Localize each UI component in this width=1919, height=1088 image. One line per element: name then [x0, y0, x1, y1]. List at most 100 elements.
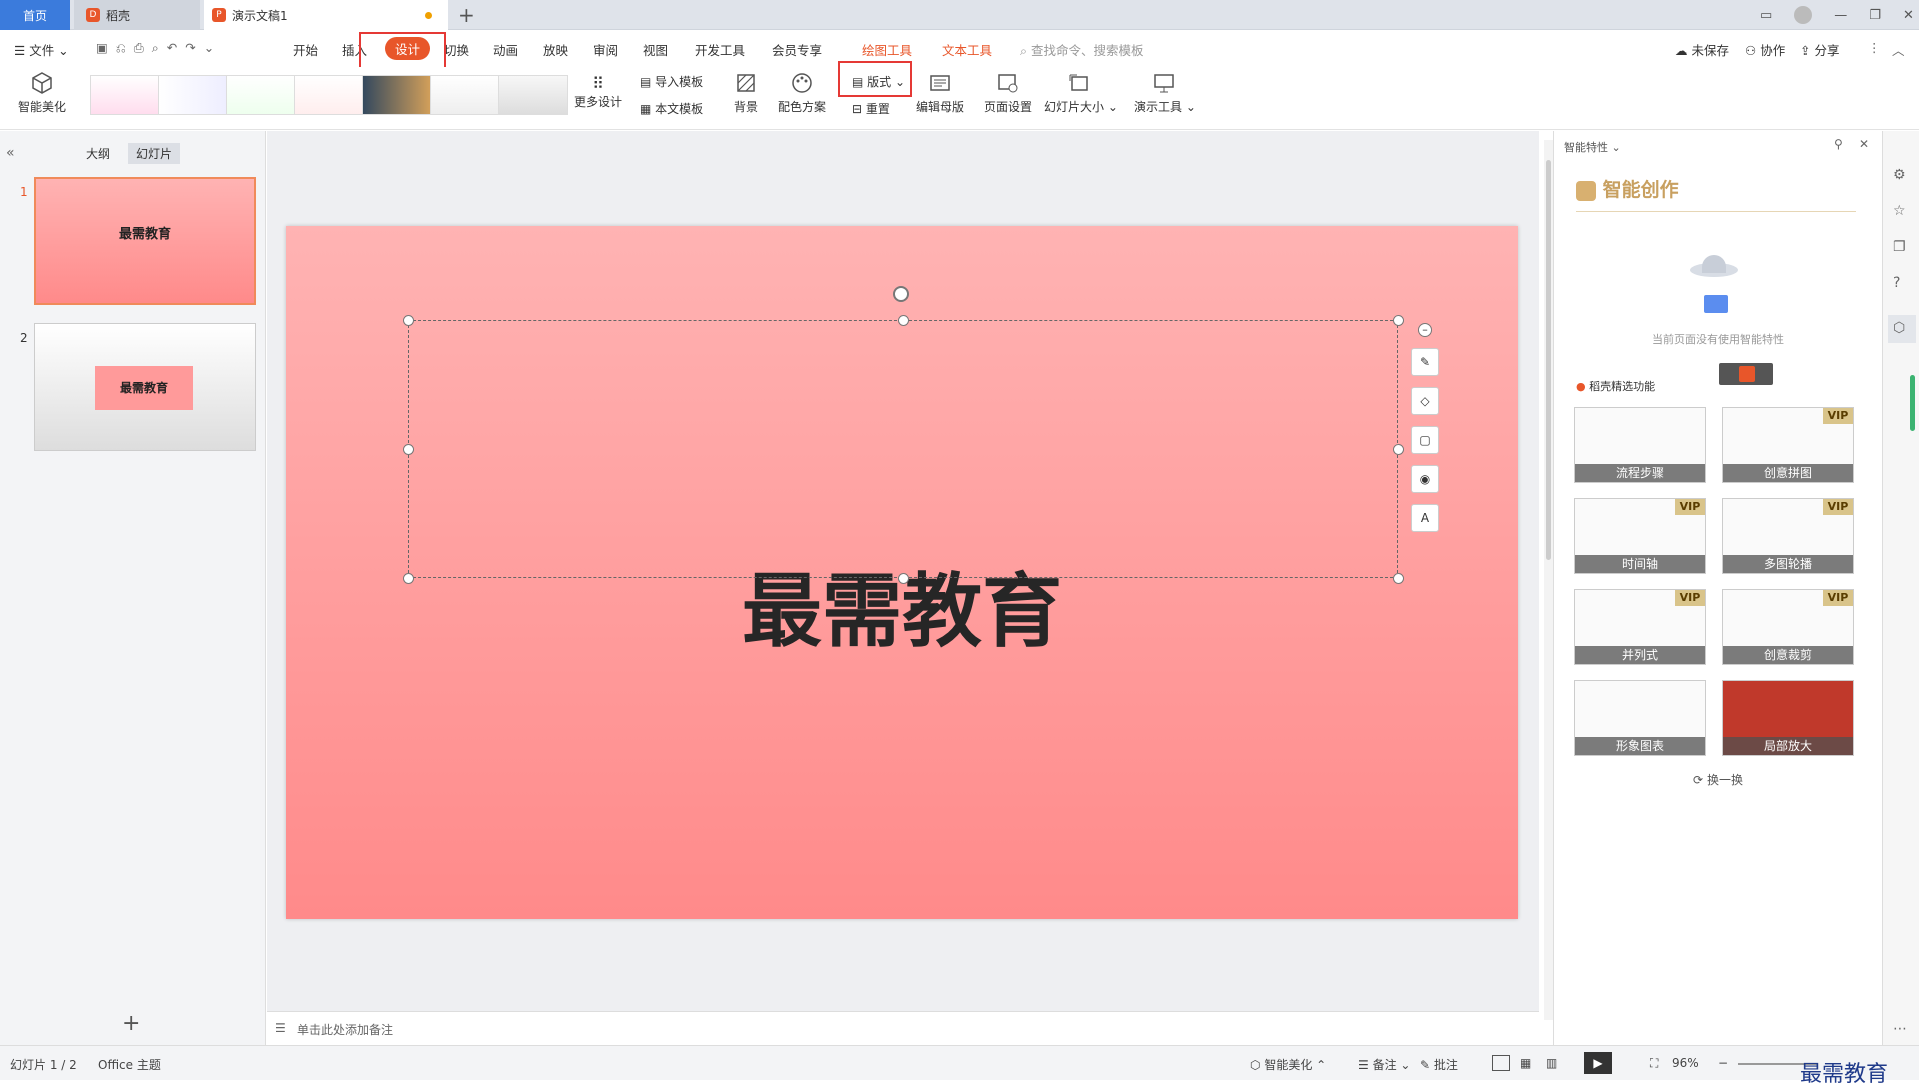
- menu-review[interactable]: 审阅: [593, 40, 618, 59]
- reading-view-icon[interactable]: ▥: [1546, 1056, 1557, 1070]
- this-template-button[interactable]: ▦ 本文模板: [640, 100, 703, 117]
- background-button[interactable]: 背景: [726, 71, 766, 115]
- close-panel-icon[interactable]: ✕: [1859, 137, 1869, 151]
- panel-title[interactable]: 智能特性 ⌄: [1564, 139, 1621, 155]
- resize-handle[interactable]: [1393, 573, 1404, 584]
- menu-transition[interactable]: 切换: [444, 40, 469, 59]
- card-flow-steps[interactable]: 流程步骤: [1574, 407, 1706, 483]
- search-command[interactable]: ⌕ 查找命令、搜索模板: [1020, 40, 1144, 59]
- slide-size-button[interactable]: 幻灯片大小 ⌄: [1044, 71, 1118, 115]
- zoom-level[interactable]: 96%: [1672, 1056, 1699, 1070]
- avatar[interactable]: [1794, 6, 1813, 24]
- add-slide-button[interactable]: +: [122, 1011, 140, 1036]
- resize-handle[interactable]: [403, 444, 414, 455]
- close-window-icon[interactable]: ✕: [1903, 8, 1914, 23]
- template-thumb[interactable]: [362, 75, 432, 115]
- layout-icon[interactable]: ▭: [1760, 8, 1772, 23]
- card-carousel[interactable]: VIP 多图轮播: [1722, 498, 1854, 574]
- menu-view[interactable]: 视图: [643, 40, 668, 59]
- pin-icon[interactable]: ⚲: [1834, 137, 1843, 151]
- tab-daoke[interactable]: D 稻壳: [74, 0, 200, 30]
- minimize-icon[interactable]: —: [1834, 8, 1847, 23]
- menu-drawing-tools[interactable]: 绘图工具: [862, 40, 912, 59]
- fill-tool-icon[interactable]: ◇: [1411, 387, 1439, 415]
- help-icon[interactable]: ?: [1893, 275, 1911, 293]
- title-textbox[interactable]: [403, 315, 1404, 584]
- status-notes-button[interactable]: ☰ 备注 ⌄: [1358, 1056, 1410, 1073]
- menu-slideshow[interactable]: 放映: [543, 40, 568, 59]
- tab-outline[interactable]: 大纲: [86, 145, 110, 162]
- color-scheme-button[interactable]: 配色方案: [772, 71, 832, 115]
- refresh-button[interactable]: ⟳ 换一换: [1554, 771, 1882, 788]
- resize-handle[interactable]: [1393, 444, 1404, 455]
- zoom-out-icon[interactable]: −: [1718, 1056, 1728, 1070]
- quick-access-toolbar[interactable]: ▣⎌⎙⌕↶↷⌄: [96, 40, 222, 56]
- edit-master-button[interactable]: 编辑母版: [914, 71, 966, 115]
- slide-canvas[interactable]: 最需教育: [286, 226, 1518, 919]
- resize-handle[interactable]: [898, 573, 909, 584]
- scrollbar-thumb[interactable]: [1546, 160, 1551, 560]
- card-figure-chart[interactable]: 形象图表: [1574, 680, 1706, 756]
- smart-beautify-button[interactable]: 智能美化: [10, 71, 74, 115]
- collab-button[interactable]: ⚇ 协作: [1745, 40, 1785, 59]
- resize-handle[interactable]: [1393, 315, 1404, 326]
- template-thumb[interactable]: [90, 75, 160, 115]
- collapse-tools-icon[interactable]: –: [1418, 323, 1432, 337]
- more-icon[interactable]: ⋮: [1868, 40, 1881, 55]
- card-parallel[interactable]: VIP 并列式: [1574, 589, 1706, 665]
- resize-handle[interactable]: [403, 315, 414, 326]
- page-setup-button[interactable]: 页面设置: [982, 71, 1034, 115]
- slide-thumbnail-1[interactable]: 最需教育: [34, 177, 256, 305]
- tab-home[interactable]: 首页: [0, 0, 70, 30]
- frame-tool-icon[interactable]: ▢: [1411, 426, 1439, 454]
- slide-thumbnail-2[interactable]: 最需教育: [34, 323, 256, 451]
- menu-member[interactable]: 会员专享: [772, 40, 822, 59]
- vertical-scrollbar[interactable]: [1544, 140, 1553, 1020]
- template-thumb[interactable]: [158, 75, 228, 115]
- settings-sliders-icon[interactable]: ⚙: [1893, 167, 1911, 185]
- theme-name[interactable]: Office 主题: [98, 1056, 161, 1073]
- menu-start[interactable]: 开始: [293, 40, 318, 59]
- more-icon[interactable]: ⋯: [1893, 1021, 1911, 1039]
- copy-icon[interactable]: ❐: [1893, 239, 1911, 257]
- fit-window-icon[interactable]: ⛶: [1650, 1056, 1658, 1071]
- lightbulb-icon[interactable]: ◉: [1411, 465, 1439, 493]
- tab-document[interactable]: P 演示文稿1: [204, 0, 448, 30]
- status-comments-button[interactable]: ✎ 批注: [1420, 1056, 1458, 1073]
- resize-handle[interactable]: [403, 573, 414, 584]
- file-menu[interactable]: ☰ 文件 ⌄: [14, 40, 69, 59]
- template-thumb[interactable]: [294, 75, 364, 115]
- tab-slides[interactable]: 幻灯片: [128, 143, 181, 164]
- collapse-ribbon-icon[interactable]: ︿: [1892, 40, 1905, 59]
- share-button[interactable]: ⇪ 分享: [1800, 40, 1839, 59]
- text-style-icon[interactable]: A: [1411, 504, 1439, 532]
- star-icon[interactable]: ☆: [1893, 203, 1911, 221]
- template-thumb[interactable]: [226, 75, 296, 115]
- toggle-switch[interactable]: [1719, 363, 1773, 385]
- template-thumb[interactable]: [430, 75, 500, 115]
- reset-button[interactable]: ⊟ 重置: [852, 100, 890, 117]
- import-template-button[interactable]: ▤ 导入模板: [640, 73, 703, 90]
- menu-text-tools[interactable]: 文本工具: [942, 40, 992, 59]
- normal-view-icon[interactable]: [1492, 1055, 1510, 1071]
- template-thumb[interactable]: [498, 75, 568, 115]
- cube-icon[interactable]: ⬡: [1888, 315, 1916, 343]
- card-creative-collage[interactable]: VIP 创意拼图: [1722, 407, 1854, 483]
- sorter-view-icon[interactable]: ▦: [1520, 1056, 1531, 1070]
- unsaved-button[interactable]: ☁ 未保存: [1675, 40, 1729, 59]
- menu-developer[interactable]: 开发工具: [695, 40, 745, 59]
- present-tools-button[interactable]: 演示工具 ⌄: [1134, 71, 1196, 115]
- status-smart-button[interactable]: ⬡ 智能美化 ⌃: [1250, 1056, 1326, 1073]
- resize-handle[interactable]: [898, 315, 909, 326]
- notes-bar[interactable]: ☰ 单击此处添加备注: [267, 1011, 1539, 1045]
- card-local-zoom[interactable]: 局部放大: [1722, 680, 1854, 756]
- more-design-button[interactable]: ⠿ 更多设计: [570, 75, 626, 110]
- menu-animation[interactable]: 动画: [493, 40, 518, 59]
- pen-tool-icon[interactable]: ✎: [1411, 348, 1439, 376]
- card-creative-crop[interactable]: VIP 创意裁剪: [1722, 589, 1854, 665]
- new-tab-button[interactable]: +: [458, 3, 475, 27]
- play-slideshow-button[interactable]: ▶: [1584, 1052, 1612, 1074]
- card-timeline[interactable]: VIP 时间轴: [1574, 498, 1706, 574]
- restore-icon[interactable]: ❐: [1869, 8, 1881, 23]
- collapse-panel-icon[interactable]: «: [6, 145, 15, 161]
